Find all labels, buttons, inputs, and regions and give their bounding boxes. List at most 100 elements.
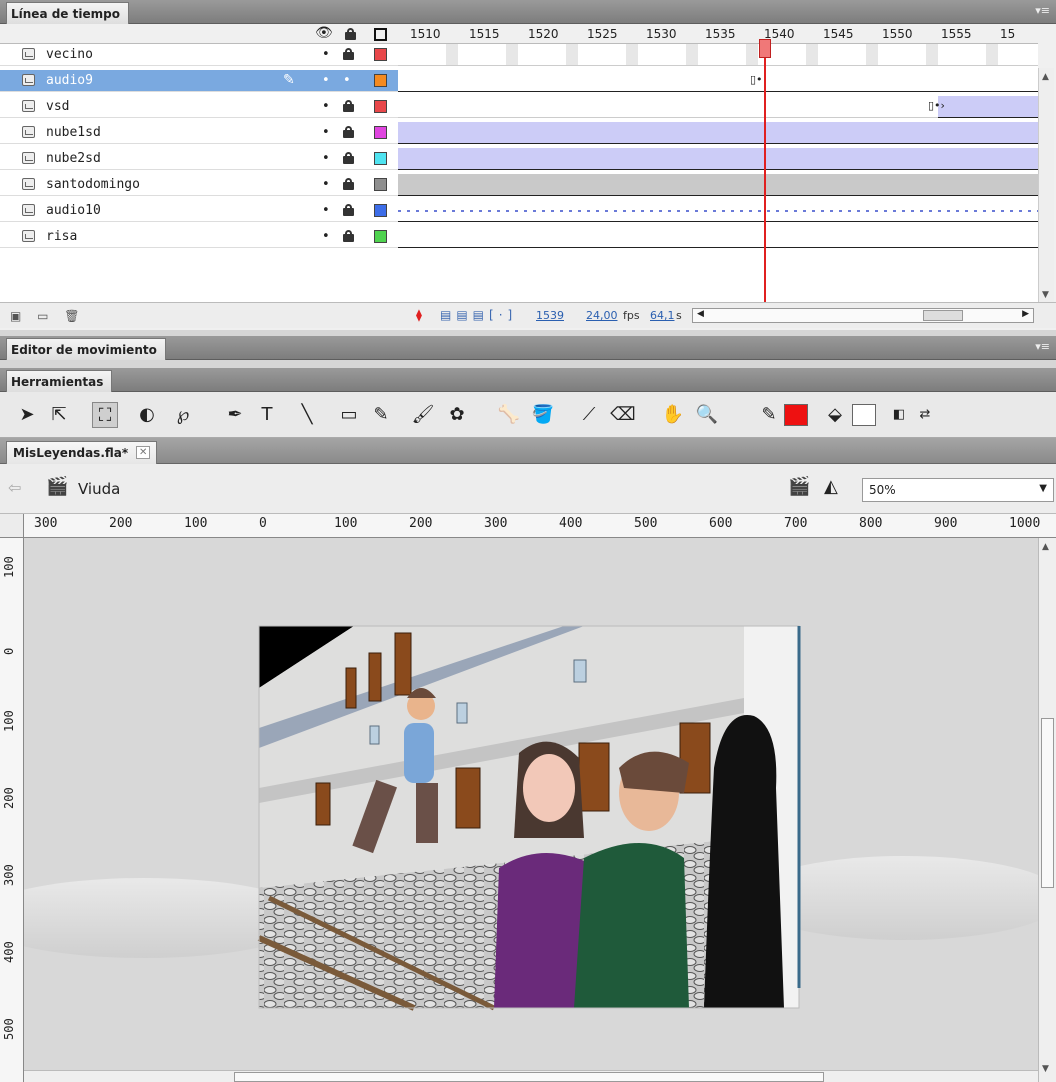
- visibility-toggle[interactable]: •: [322, 99, 330, 114]
- layer-row[interactable]: vecino •: [0, 44, 398, 66]
- swap-colors-icon[interactable]: ⇄: [912, 402, 938, 428]
- scroll-down-icon[interactable]: ▼: [1042, 290, 1049, 300]
- scroll-up-icon[interactable]: ▲: [1042, 542, 1049, 552]
- layer-row[interactable]: audio9 ✎ • •: [0, 70, 398, 92]
- layer-row[interactable]: audio10 •: [0, 200, 398, 222]
- layer-row[interactable]: nube1sd •: [0, 122, 398, 144]
- zoom-select[interactable]: 50% ▼: [862, 478, 1054, 502]
- onion-skin-icons[interactable]: ▤▤▤[·]: [440, 308, 517, 322]
- frame-row[interactable]: [398, 44, 1038, 66]
- eyedropper-tool-icon[interactable]: ⟋: [576, 402, 602, 428]
- visibility-toggle[interactable]: •: [322, 47, 330, 62]
- current-frame[interactable]: 1539: [536, 309, 564, 322]
- pen-tool-icon[interactable]: ✒: [222, 402, 248, 428]
- frame-row[interactable]: [398, 200, 1038, 222]
- tween-span[interactable]: [938, 96, 1038, 118]
- line-tool-icon[interactable]: ╲: [294, 402, 320, 428]
- frame-rate[interactable]: 24,00: [586, 309, 618, 322]
- lasso-tool-icon[interactable]: ℘: [170, 402, 196, 428]
- edit-symbols-icon[interactable]: ◭: [824, 476, 838, 497]
- scroll-right-icon[interactable]: ▶: [1022, 309, 1029, 319]
- stage-scene[interactable]: [257, 625, 801, 1011]
- selection-tool-icon[interactable]: ➤: [14, 402, 40, 428]
- hand-tool-icon[interactable]: ✋: [660, 402, 686, 428]
- visibility-toggle[interactable]: •: [322, 203, 330, 218]
- lock-icon[interactable]: [343, 126, 354, 138]
- layer-color-swatch[interactable]: [374, 204, 387, 217]
- deco-tool-icon[interactable]: ✿: [444, 402, 470, 428]
- layer-color-swatch[interactable]: [374, 74, 387, 87]
- edit-scene-icon[interactable]: 🎬: [788, 476, 810, 497]
- motion-editor-tab[interactable]: Editor de movimiento: [6, 338, 166, 360]
- visibility-toggle[interactable]: •: [322, 177, 330, 192]
- stage-horizontal-scrollbar[interactable]: [24, 1070, 1038, 1082]
- fill-color-swatch[interactable]: [852, 404, 876, 426]
- playhead[interactable]: [759, 39, 771, 58]
- panel-menu-icon[interactable]: ▾≡: [1035, 340, 1050, 353]
- zoom-tool-icon[interactable]: 🔍: [694, 402, 720, 428]
- lock-icon[interactable]: •: [343, 73, 354, 88]
- panel-menu-icon[interactable]: ▾≡: [1035, 4, 1050, 17]
- paint-bucket-tool-icon[interactable]: 🪣: [530, 402, 556, 428]
- visibility-toggle[interactable]: •: [322, 151, 330, 166]
- lock-icon[interactable]: [343, 204, 354, 216]
- lock-icon[interactable]: [343, 230, 354, 242]
- bone-tool-icon[interactable]: 🦴: [496, 402, 522, 428]
- 3d-rotation-tool-icon[interactable]: ◐: [134, 402, 160, 428]
- lock-icon[interactable]: [343, 152, 354, 164]
- elapsed-time[interactable]: 64,1: [650, 309, 675, 322]
- lock-icon[interactable]: [343, 100, 354, 112]
- frame-ruler[interactable]: 1510 1515 1520 1525 1530 1535 1540 1545 1550 1555…: [398, 24, 1038, 44]
- rectangle-tool-icon[interactable]: ▭: [336, 402, 362, 428]
- layer-buttons[interactable]: ▣ ▭ 🗑: [10, 309, 86, 323]
- visibility-toggle[interactable]: •: [322, 125, 330, 140]
- scroll-left-icon[interactable]: ◀: [697, 309, 704, 319]
- back-arrow-icon[interactable]: ⇦: [8, 478, 21, 497]
- keyframe-marker[interactable]: ▯•›: [928, 99, 945, 112]
- layer-row[interactable]: nube2sd •: [0, 148, 398, 170]
- timeline-vertical-scrollbar[interactable]: ▲ ▼: [1038, 68, 1054, 302]
- timeline-tab[interactable]: Línea de tiempo: [6, 2, 129, 24]
- eye-icon[interactable]: 👁: [315, 25, 333, 41]
- stroke-color-swatch[interactable]: [784, 404, 808, 426]
- lock-icon[interactable]: [343, 178, 354, 190]
- eraser-tool-icon[interactable]: ⌫: [610, 402, 636, 428]
- frame-row[interactable]: ▯•: [398, 70, 1038, 92]
- lock-icon[interactable]: [345, 28, 356, 40]
- layer-row[interactable]: vsd •: [0, 96, 398, 118]
- text-tool-icon[interactable]: T: [254, 402, 280, 428]
- scrollbar-thumb[interactable]: [923, 310, 963, 321]
- frame-grid[interactable]: ▯• ▯•›: [398, 44, 1038, 302]
- layer-color-swatch[interactable]: [374, 178, 387, 191]
- scrollbar-thumb[interactable]: [1041, 718, 1054, 888]
- layer-row[interactable]: risa •: [0, 226, 398, 248]
- free-transform-tool-icon[interactable]: ⛶: [92, 402, 118, 428]
- horizontal-ruler[interactable]: 300 200 100 0 100 200 300 400 500 600 700 800 900 100…: [24, 514, 1056, 538]
- subselection-tool-icon[interactable]: ⇱: [46, 402, 72, 428]
- timeline-horizontal-scrollbar[interactable]: ◀ ▶: [692, 308, 1034, 323]
- lock-icon[interactable]: [343, 48, 354, 60]
- close-icon[interactable]: ✕: [136, 446, 151, 459]
- frame-row[interactable]: ▯•›: [398, 96, 1038, 118]
- tools-tab[interactable]: Herramientas: [6, 370, 113, 392]
- frame-row[interactable]: [398, 226, 1038, 248]
- visibility-toggle[interactable]: •: [322, 73, 330, 88]
- frame-row[interactable]: [398, 122, 1038, 144]
- scrollbar-thumb[interactable]: [234, 1072, 824, 1082]
- outline-icon[interactable]: [374, 28, 387, 41]
- frame-row[interactable]: [398, 148, 1038, 170]
- visibility-toggle[interactable]: •: [322, 229, 330, 244]
- black-white-icon[interactable]: ◧: [886, 402, 912, 428]
- layer-color-swatch[interactable]: [374, 100, 387, 113]
- layer-color-swatch[interactable]: [374, 152, 387, 165]
- stage-vertical-scrollbar[interactable]: ▲ ▼: [1038, 538, 1056, 1082]
- frame-row[interactable]: [398, 174, 1038, 196]
- scroll-up-icon[interactable]: ▲: [1042, 72, 1049, 82]
- center-frame-icon[interactable]: ⧫: [416, 308, 422, 322]
- layer-color-swatch[interactable]: [374, 126, 387, 139]
- pencil-tool-icon[interactable]: ✎: [368, 402, 394, 428]
- brush-tool-icon[interactable]: 🖌: [410, 402, 436, 428]
- chevron-down-icon[interactable]: ▼: [1039, 483, 1047, 494]
- stage-area[interactable]: [24, 538, 1038, 1082]
- layer-color-swatch[interactable]: [374, 230, 387, 243]
